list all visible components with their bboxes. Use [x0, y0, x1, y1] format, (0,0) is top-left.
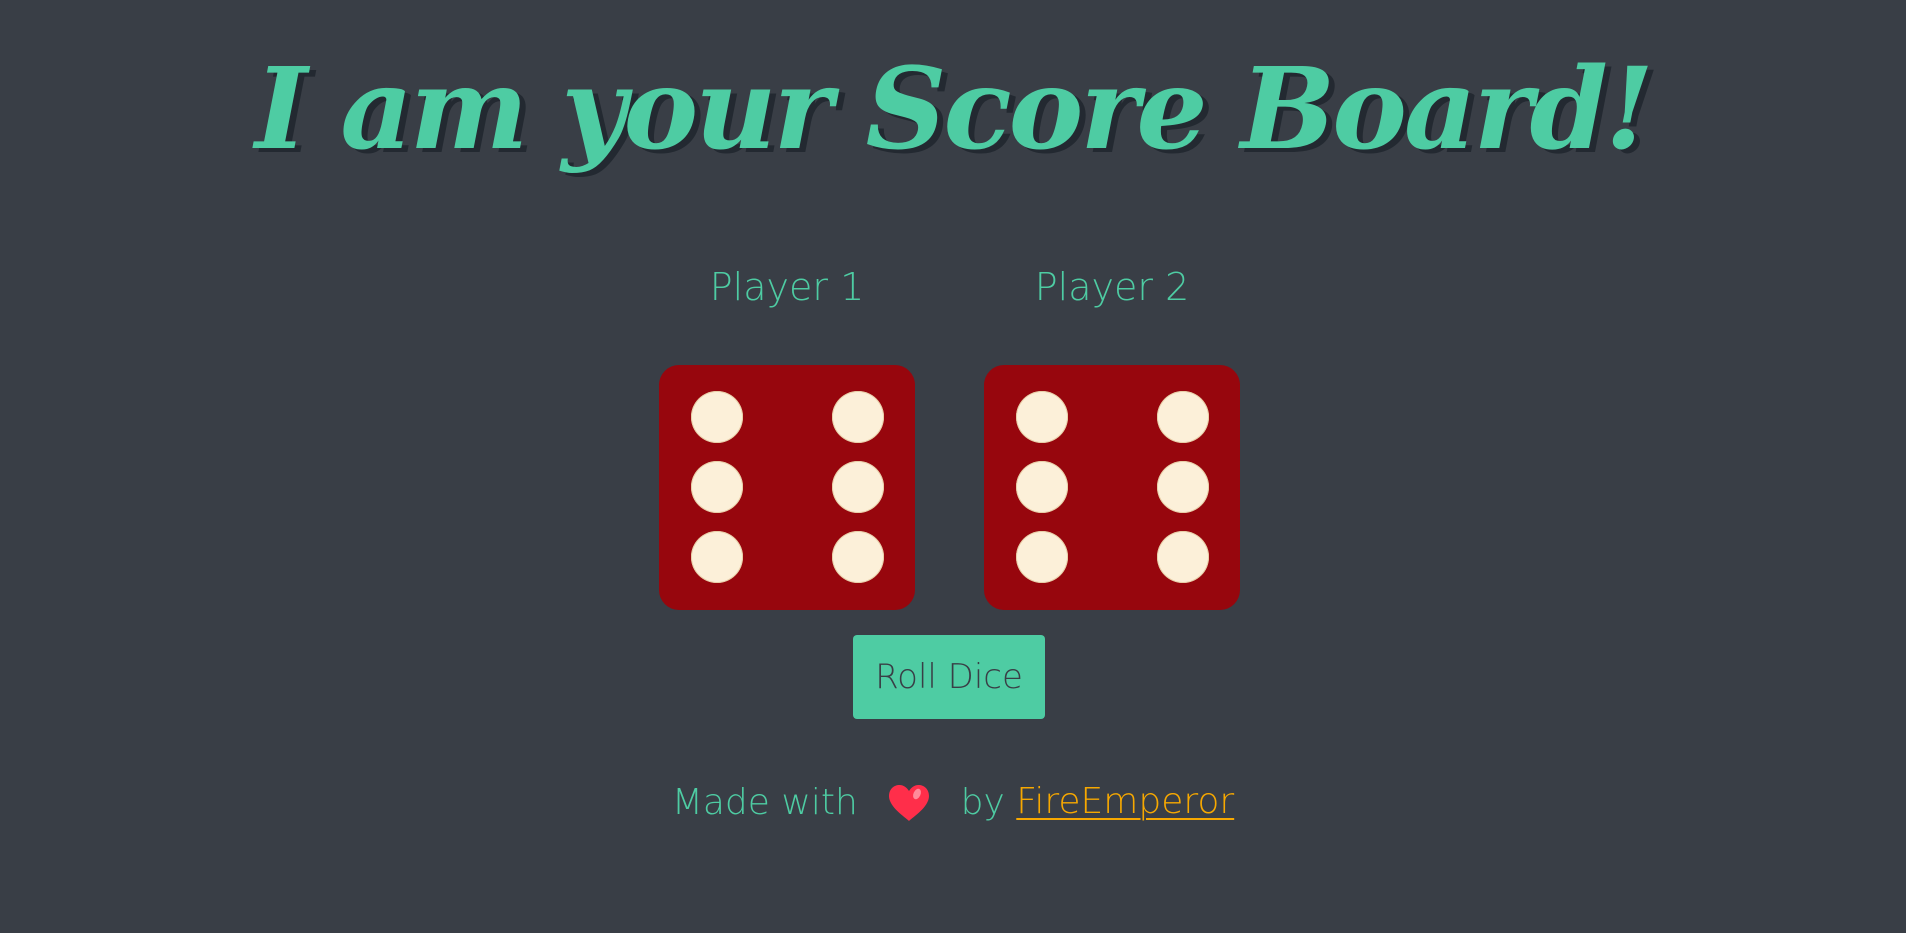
player-1-die [659, 365, 915, 610]
footer-made-with: Made with [671, 782, 858, 823]
die-pip [1157, 391, 1209, 443]
heart-icon [887, 783, 931, 823]
player-1-label: Player 1 [709, 265, 865, 309]
die-pip [1157, 461, 1209, 513]
footer: Made with by FireEmperor [0, 777, 1906, 828]
die-pip [691, 531, 743, 583]
die-pip [691, 461, 743, 513]
die-pip [1016, 391, 1068, 443]
die-pip [1016, 531, 1068, 583]
player-2-die [984, 365, 1240, 610]
die-pip [1157, 531, 1209, 583]
die-pip [691, 391, 743, 443]
die-pip [832, 531, 884, 583]
die-pip [1016, 461, 1068, 513]
roll-dice-button[interactable]: Roll Dice [853, 635, 1045, 719]
die-pip [832, 461, 884, 513]
page-title: I am your Score Board! [254, 44, 1654, 175]
player-2-label: Player 2 [1034, 265, 1190, 309]
footer-by: by [960, 782, 1005, 823]
die-pip [832, 391, 884, 443]
author-link[interactable]: FireEmperor [1016, 781, 1234, 822]
